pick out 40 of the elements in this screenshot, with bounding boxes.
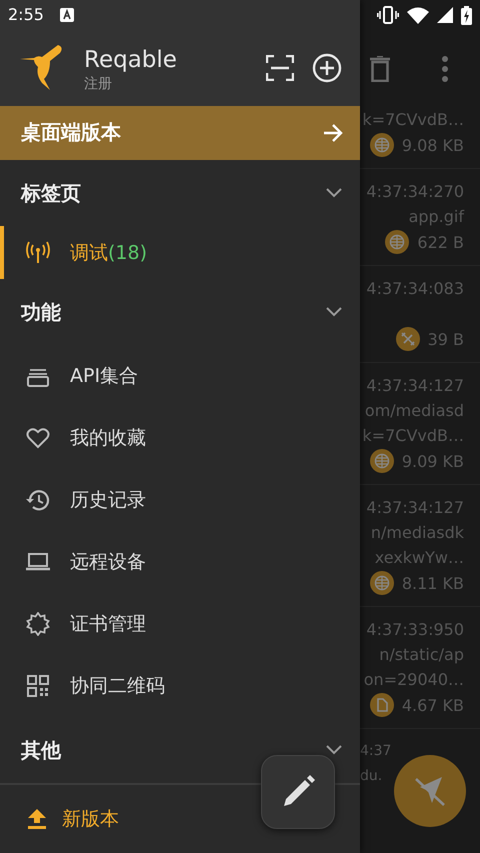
nav-item[interactable]: 远程设备 [0, 531, 360, 593]
request-url: n/static/ap [379, 644, 464, 666]
section-title: 其他 [21, 736, 61, 764]
desktop-version-banner[interactable]: 桌面端版本 [0, 106, 360, 160]
update-item[interactable]: 新版本 [0, 785, 360, 853]
banner-title: 桌面端版本 [21, 119, 121, 146]
section-header[interactable]: 标签页 [0, 160, 360, 226]
request-url: k=7CVvdB… [362, 425, 464, 447]
response-size: 9.08 KB [402, 136, 464, 154]
request-time: 4:37:34:083 [366, 278, 464, 300]
section-title: 功能 [21, 298, 61, 326]
request-url: xexkwYw… [374, 547, 464, 569]
nav-item[interactable]: 调试(18) [0, 226, 360, 279]
response-size: 9.09 KB [402, 452, 464, 470]
response-size: 8.11 KB [402, 574, 464, 592]
nav-item[interactable]: API集合 [0, 345, 360, 407]
request-time: 4:37:34:127 [366, 375, 464, 397]
clock-time: 2:55 [8, 5, 44, 24]
response-size: 4.67 KB [402, 696, 464, 714]
nav-item[interactable]: 证书管理 [0, 593, 360, 655]
section-header[interactable]: 功能 [0, 279, 360, 345]
request-url: on=29040… [364, 669, 464, 691]
request-url: om/mediasd [364, 400, 464, 422]
request-time: 4:37:34:270 [366, 181, 464, 203]
register-link[interactable]: 注册 [84, 74, 266, 93]
section-header[interactable]: 其他 [0, 717, 360, 783]
request-time: 4:37 [360, 742, 392, 761]
request-time: 4:37:34:127 [366, 497, 464, 519]
request-url: du. [360, 767, 382, 786]
response-size: 622 B [417, 232, 464, 252]
app-name: Reqable [84, 46, 178, 73]
request-url: n/mediasdk [370, 522, 464, 544]
nav-item[interactable]: 协同二维码 [0, 655, 360, 717]
response-size: 39 B [428, 330, 464, 348]
request-url: k=7CVvdB… [362, 109, 464, 131]
nav-item[interactable]: 历史记录 [0, 469, 360, 531]
nav-item[interactable]: 我的收藏 [0, 407, 360, 469]
request-url: app.gif [408, 206, 464, 228]
section-title: 标签页 [21, 180, 81, 206]
request-time: 4:37:33:950 [366, 619, 464, 641]
